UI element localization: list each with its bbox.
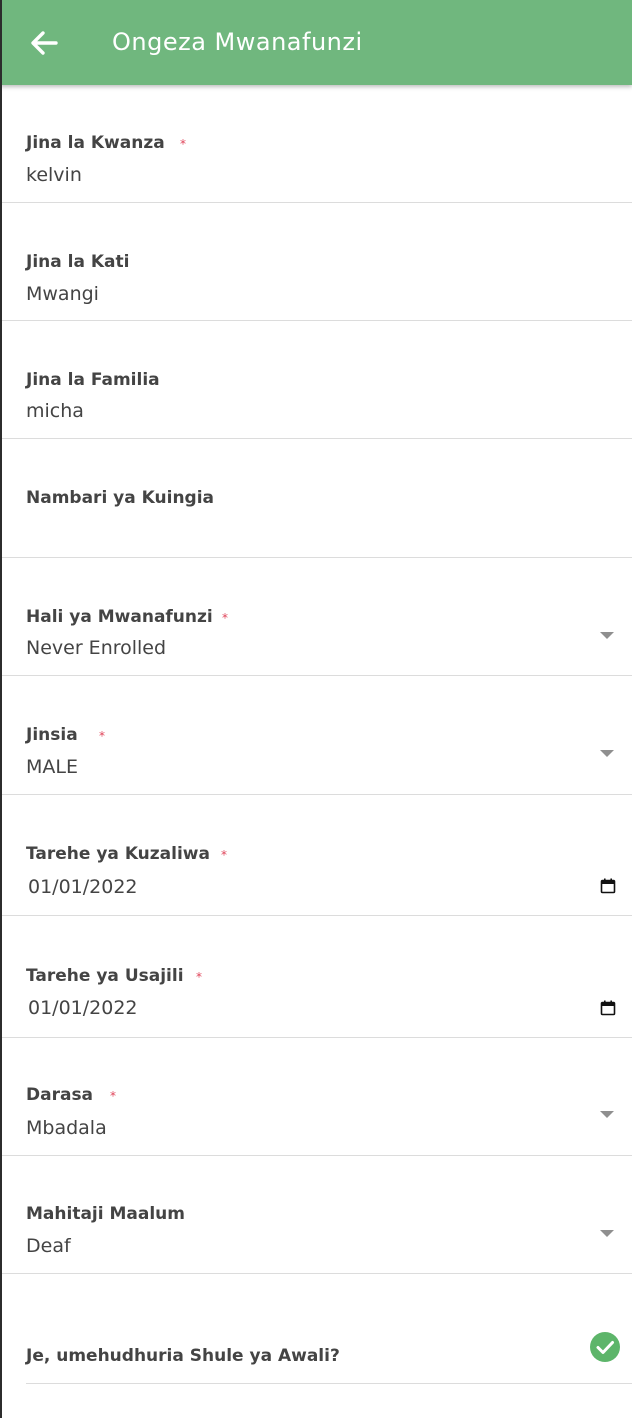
arrow-left-icon [31, 31, 58, 55]
special-needs-label: Mahitaji Maalum [26, 1204, 185, 1224]
first-name-field[interactable]: Jina la Kwanza * kelvin [2, 86, 632, 203]
app-bar: Ongeza Mwanafunzi [0, 0, 632, 85]
gender-value: MALE [26, 756, 78, 778]
last-name-input[interactable]: micha [26, 398, 84, 424]
chevron-down-icon [600, 1230, 614, 1237]
required-marker: * [110, 1089, 116, 1103]
class-label: Darasa [26, 1085, 94, 1105]
required-marker: * [221, 848, 227, 862]
left-edge [0, 0, 2, 1418]
chevron-down-icon [600, 632, 614, 639]
preschool-divider [26, 1383, 632, 1384]
calendar-icon[interactable] [600, 1000, 616, 1016]
last-name-label: Jina la Familia [26, 370, 160, 390]
birth-date-field[interactable]: Tarehe ya Kuzaliwa * 01/01/2022 [2, 795, 632, 916]
admission-number-label: Nambari ya Kuingia [26, 488, 215, 508]
page-title: Ongeza Mwanafunzi [112, 28, 363, 56]
admission-number-field[interactable]: Nambari ya Kuingia [2, 439, 632, 558]
middle-name-label: Jina la Kati [26, 252, 130, 272]
middle-name-input[interactable]: Mwangi [26, 281, 99, 307]
gender-label: Jinsia [26, 725, 78, 745]
registration-date-field[interactable]: Tarehe ya Usajili * 01/01/2022 [2, 916, 632, 1038]
back-button[interactable] [24, 22, 66, 64]
last-name-field[interactable]: Jina la Familia micha [2, 321, 632, 439]
class-dropdown[interactable]: Darasa * Mbadala [2, 1038, 632, 1156]
student-status-dropdown[interactable]: Hali ya Mwanafunzi * Never Enrolled [2, 558, 632, 676]
middle-name-field[interactable]: Jina la Kati Mwangi [2, 203, 632, 321]
calendar-icon[interactable] [600, 878, 616, 894]
first-name-label: Jina la Kwanza [26, 133, 165, 153]
required-marker: * [99, 729, 105, 743]
required-marker: * [222, 611, 228, 625]
required-marker: * [180, 137, 186, 151]
birth-date-input[interactable]: 01/01/2022 [28, 874, 138, 900]
gender-dropdown[interactable]: Jinsia * MALE [2, 676, 632, 795]
chevron-down-icon [600, 1111, 614, 1118]
student-status-value: Never Enrolled [26, 637, 167, 659]
student-status-label: Hali ya Mwanafunzi [26, 607, 213, 627]
check-circle-icon[interactable] [589, 1331, 621, 1363]
birth-date-label: Tarehe ya Kuzaliwa [26, 844, 210, 864]
class-value: Mbadala [26, 1117, 107, 1139]
special-needs-value: Deaf [26, 1235, 71, 1257]
registration-date-label: Tarehe ya Usajili [26, 966, 184, 986]
special-needs-dropdown[interactable]: Mahitaji Maalum Deaf [2, 1156, 632, 1274]
preschool-question-label: Je, umehudhuria Shule ya Awali? [26, 1346, 340, 1366]
chevron-down-icon [600, 750, 614, 757]
registration-date-input[interactable]: 01/01/2022 [28, 995, 138, 1021]
first-name-input[interactable]: kelvin [26, 162, 82, 188]
required-marker: * [196, 970, 202, 984]
